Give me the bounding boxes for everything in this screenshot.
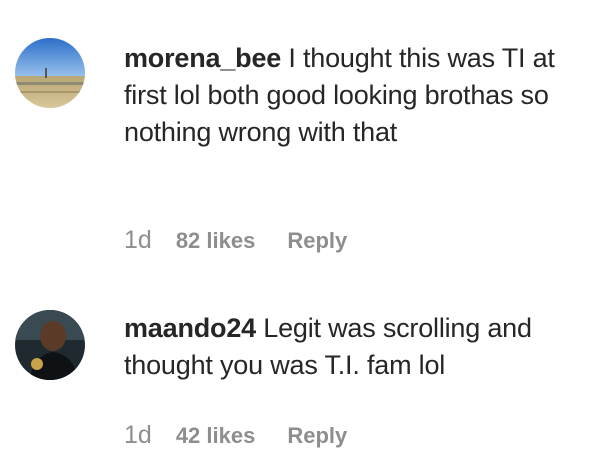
comment-text-block: morena_bee I thought this was TI at firs… [124, 40, 579, 151]
comment-timestamp[interactable]: 1d [124, 421, 152, 450]
comment-likes-count[interactable]: 82 likes [176, 228, 256, 254]
reply-button[interactable]: Reply [287, 423, 347, 449]
reply-button[interactable]: Reply [287, 228, 347, 254]
landscape-avatar-image [15, 38, 85, 108]
comment-timestamp[interactable]: 1d [124, 226, 152, 255]
comment-username[interactable]: morena_bee [124, 43, 281, 73]
person-avatar-image [15, 310, 85, 380]
comment-text-block: maando24 Legit was scrolling and thought… [124, 310, 579, 384]
comment-meta: 1d 82 likes Reply [124, 226, 347, 255]
comment-username[interactable]: maando24 [124, 313, 256, 343]
avatar[interactable] [15, 38, 85, 108]
comment-meta: 1d 42 likes Reply [124, 421, 347, 450]
avatar[interactable] [15, 310, 85, 380]
comment-likes-count[interactable]: 42 likes [176, 423, 256, 449]
